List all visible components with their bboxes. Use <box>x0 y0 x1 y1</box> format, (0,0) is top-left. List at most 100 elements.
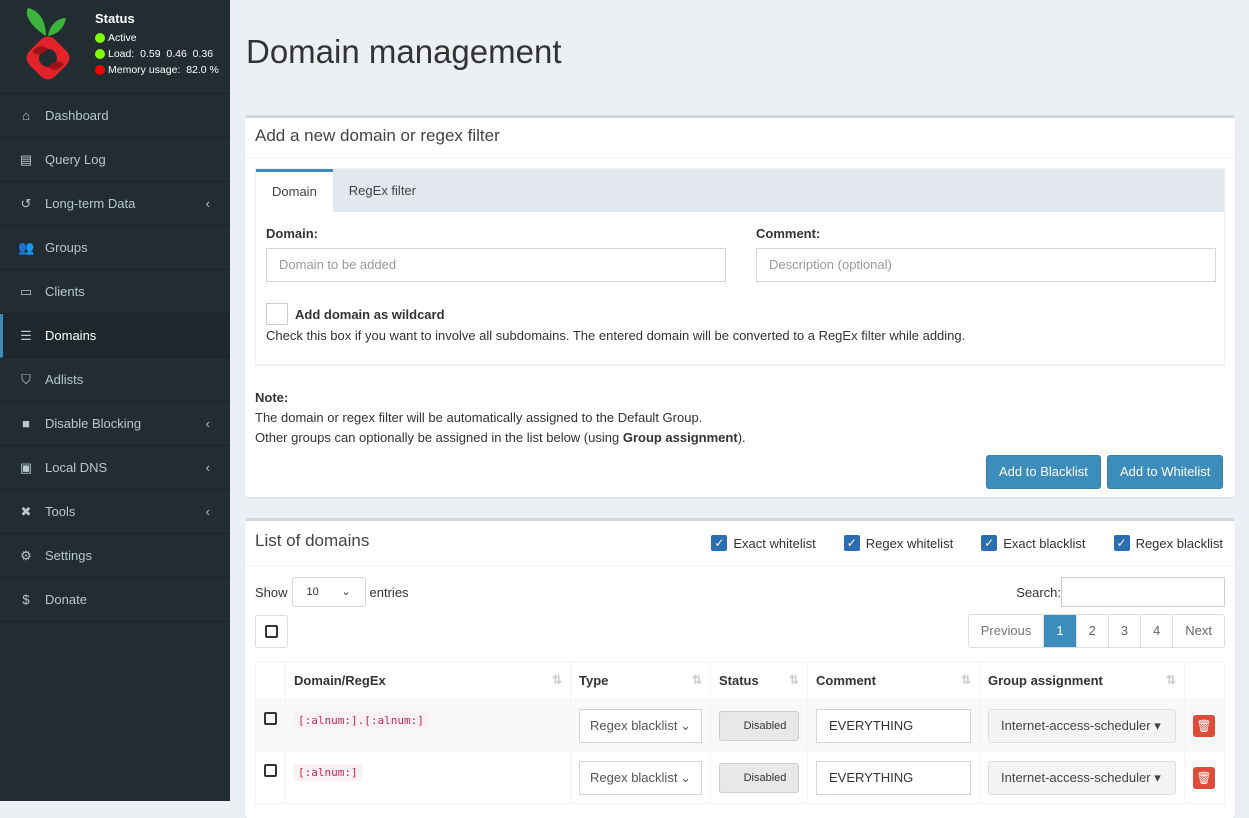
page-2[interactable]: 2 <box>1075 615 1108 647</box>
column-header[interactable]: Group assignment ⇅ <box>979 661 1185 700</box>
checkbox-checked-icon: ✓ <box>1113 535 1130 551</box>
sidebar-item-label: Domains <box>45 328 97 343</box>
sidebar-item-label: Donate <box>45 592 87 607</box>
filter-regex-blacklist[interactable]: ✓ Regex blacklist <box>1113 535 1223 551</box>
sidebar-item-groups[interactable]: 👥 Groups <box>0 226 230 270</box>
sidebar-item-dashboard[interactable]: ⌂ Dashboard <box>0 94 230 138</box>
show-label: Show <box>255 584 288 600</box>
column-header[interactable]: Type ⇅ <box>570 661 711 700</box>
memory-dot-icon <box>95 65 105 75</box>
shield-icon: ⛉ <box>21 371 31 387</box>
pihole-logo <box>26 8 70 80</box>
column-header[interactable]: Domain/RegEx ⇅ <box>285 661 571 700</box>
sort-icon: ⇅ <box>551 673 562 687</box>
delete-button[interactable]: 🗑 <box>1193 714 1215 737</box>
column-header[interactable]: Comment ⇅ <box>807 661 980 700</box>
delete-button[interactable]: 🗑 <box>1193 766 1215 789</box>
sidebar-item-domains[interactable]: ☰ Domains <box>0 314 230 358</box>
comment-label: Comment: <box>756 226 821 241</box>
chevron-down-icon: ⌄ <box>680 717 691 733</box>
sidebar-item-disable-blocking[interactable]: ■ Disable Blocking ‹ <box>0 402 230 446</box>
wildcard-help: Check this box if you want to involve al… <box>266 328 966 343</box>
sort-icon: ⇅ <box>960 673 971 687</box>
page-next[interactable]: Next <box>1172 615 1224 647</box>
trash-icon: 🗑 <box>1196 718 1212 733</box>
sidebar-item-label: Tools <box>45 504 76 519</box>
sidebar-item-settings[interactable]: ⚙ Settings <box>0 534 230 578</box>
select-all-button[interactable] <box>255 615 288 648</box>
sidebar-item-query-log[interactable]: ▤ Query Log <box>0 138 230 182</box>
filter-regex-whitelist[interactable]: ✓ Regex whitelist <box>843 535 953 551</box>
add-to-blacklist-button[interactable]: Add to Blacklist <box>986 455 1101 489</box>
sidebar-item-label: Local DNS <box>45 460 108 475</box>
group-assignment-select[interactable]: Internet-access-scheduler ▾ <box>988 708 1176 743</box>
sidebar-item-long-term-data[interactable]: ↺ Long-term Data ‹ <box>0 182 230 226</box>
gear-icon: ⚙ <box>20 547 32 563</box>
domain-label: Domain: <box>266 226 318 241</box>
add-domain-box: Add a new domain or regex filter Domain … <box>245 115 1235 497</box>
status-load: Load: 0.59 0.46 0.36 <box>108 48 214 60</box>
type-select[interactable]: Regex blacklist ⌄ <box>579 760 702 795</box>
filter-exact-whitelist[interactable]: ✓ Exact whitelist <box>711 535 816 551</box>
sort-icon: ⇅ <box>1165 673 1176 687</box>
page-3[interactable]: 3 <box>1107 615 1140 647</box>
row-checkbox[interactable] <box>264 764 277 777</box>
table-row: [:alnum:] Regex blacklist ⌄ Disabled EVER… <box>255 751 1225 804</box>
domain-value: [:alnum:].[:alnum:] <box>294 712 428 729</box>
file-icon: ▤ <box>19 151 33 167</box>
status-toggle[interactable]: Disabled <box>719 762 799 793</box>
page-previous[interactable]: Previous <box>969 615 1044 647</box>
donate-icon: $ <box>22 592 30 607</box>
add-domain-title: Add a new domain or regex filter <box>245 118 1235 158</box>
sidebar-item-label: Disable Blocking <box>45 416 142 431</box>
comment-input[interactable]: EVERYTHING <box>816 760 971 795</box>
status-active: Active <box>108 32 137 44</box>
address-book-icon: ▣ <box>19 459 33 475</box>
sidebar-item-adlists[interactable]: ⛉ Adlists <box>0 358 230 402</box>
page-1[interactable]: 1 <box>1043 615 1076 647</box>
entries-select[interactable]: 10 ⌄ <box>291 577 366 607</box>
note-line-2: Other groups can optionally be assigned … <box>255 430 746 445</box>
filter-exact-blacklist[interactable]: ✓ Exact blacklist <box>981 535 1086 551</box>
active-dot-icon <box>95 33 105 43</box>
row-checkbox[interactable] <box>264 712 277 725</box>
load-dot-icon <box>95 49 105 59</box>
sidebar-item-local-dns[interactable]: ▣ Local DNS ‹ <box>0 446 230 490</box>
comment-input[interactable]: EVERYTHING <box>816 708 971 743</box>
sidebar: Status Active Load: 0.59 0.46 0.36 Memor… <box>0 0 230 801</box>
sidebar-item-label: Adlists <box>45 372 84 387</box>
status-memory: Memory usage: 82.0 % <box>108 64 219 76</box>
chevron-left-icon: ‹ <box>205 196 210 211</box>
tab-domain[interactable]: Domain <box>256 169 333 212</box>
page-4[interactable]: 4 <box>1140 615 1172 647</box>
sidebar-item-label: Query Log <box>45 152 106 167</box>
sidebar-item-tools[interactable]: ✖ Tools ‹ <box>0 490 230 534</box>
type-select[interactable]: Regex blacklist ⌄ <box>579 708 702 743</box>
sort-icon: ⇅ <box>691 673 702 687</box>
wildcard-label: Add domain as wildcard <box>295 307 445 322</box>
sidebar-item-clients[interactable]: ▭ Clients <box>0 270 230 314</box>
add-to-whitelist-button[interactable]: Add to Whitelist <box>1107 455 1224 489</box>
stop-icon: ■ <box>22 416 30 431</box>
group-assignment-select[interactable]: Internet-access-scheduler ▾ <box>988 760 1176 795</box>
entries-label: entries <box>369 584 409 600</box>
sidebar-item-label: Settings <box>45 548 92 563</box>
users-icon: 👥 <box>18 239 35 255</box>
search-label: Search: <box>1016 585 1061 600</box>
sort-icon: ⇅ <box>788 673 799 687</box>
trash-icon: 🗑 <box>1196 770 1212 785</box>
tab-regex-filter[interactable]: RegEx filter <box>333 169 432 212</box>
home-icon: ⌂ <box>22 108 30 123</box>
page-title: Domain management <box>246 33 562 70</box>
sidebar-item-donate[interactable]: $ Donate <box>0 578 230 622</box>
laptop-icon: ▭ <box>19 283 33 299</box>
column-header[interactable]: Status ⇅ <box>710 661 808 700</box>
domain-input[interactable]: Domain to be added <box>266 248 726 282</box>
table-row: [:alnum:].[:alnum:] Regex blacklist ⌄ Dis… <box>255 699 1225 752</box>
status-toggle[interactable]: Disabled <box>719 710 799 741</box>
wildcard-checkbox[interactable] <box>266 303 288 325</box>
search-input[interactable] <box>1061 577 1225 607</box>
chevron-left-icon: ‹ <box>205 460 210 475</box>
comment-input[interactable]: Description (optional) <box>756 248 1216 282</box>
tools-icon: ✖ <box>20 503 32 519</box>
